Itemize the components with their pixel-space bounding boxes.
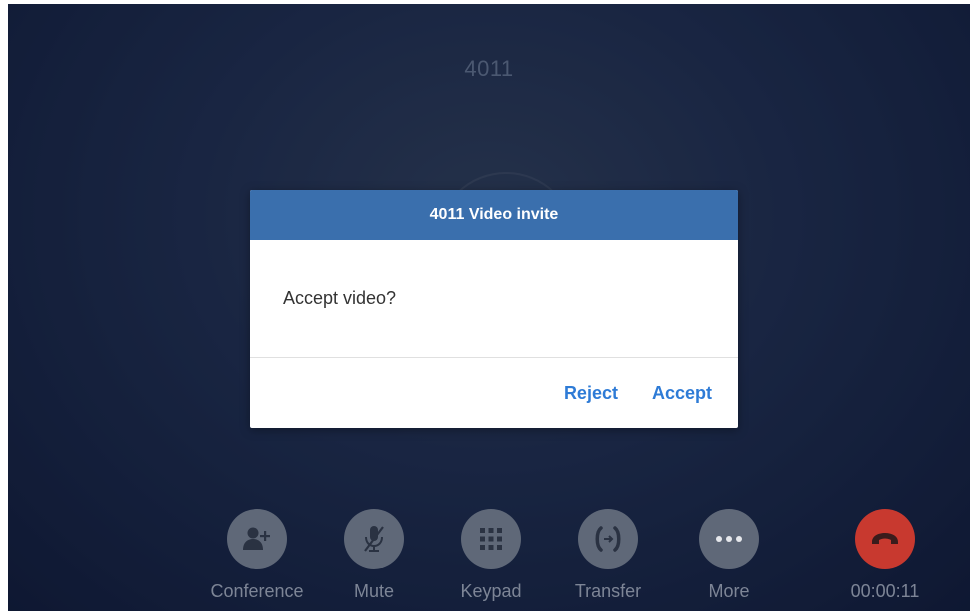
microphone-muted-icon: [361, 524, 387, 554]
more-label: More: [708, 581, 750, 601]
reject-button[interactable]: Reject: [564, 383, 618, 404]
video-invite-dialog: 4011 Video invite Accept video? Reject A…: [250, 190, 738, 428]
accept-button[interactable]: Accept: [652, 383, 712, 404]
mute-label: Mute: [353, 581, 395, 601]
conference-circle[interactable]: [227, 509, 287, 569]
call-transfer-icon: [593, 526, 623, 552]
keypad-button[interactable]: Keypad: [436, 509, 546, 602]
keypad-label: Keypad: [460, 581, 522, 601]
call-controls: Conference Mute Keypad Transfer More 00:…: [8, 509, 970, 609]
keypad-grid-icon: [480, 528, 502, 550]
keypad-circle[interactable]: [461, 509, 521, 569]
call-duration: 00:00:11: [850, 581, 920, 601]
hang-up-icon: [870, 532, 900, 546]
end-call-button[interactable]: 00:00:11: [830, 509, 940, 602]
dialog-actions: Reject Accept: [250, 358, 738, 428]
transfer-circle[interactable]: [578, 509, 638, 569]
more-circle[interactable]: [699, 509, 759, 569]
transfer-button[interactable]: Transfer: [553, 509, 663, 602]
transfer-label: Transfer: [574, 581, 642, 601]
conference-button[interactable]: Conference: [202, 509, 312, 602]
mute-button[interactable]: Mute: [319, 509, 429, 602]
end-call-circle[interactable]: [855, 509, 915, 569]
conference-label: Conference: [210, 581, 304, 601]
dialog-title: 4011 Video invite: [250, 190, 738, 240]
more-dots-icon: [715, 535, 743, 543]
dialog-message: Accept video?: [250, 240, 738, 358]
call-screen: 4011 4011 Video invite Accept video? Rej…: [8, 4, 970, 611]
mute-circle[interactable]: [344, 509, 404, 569]
add-person-icon: [242, 526, 272, 552]
more-button[interactable]: More: [674, 509, 784, 602]
